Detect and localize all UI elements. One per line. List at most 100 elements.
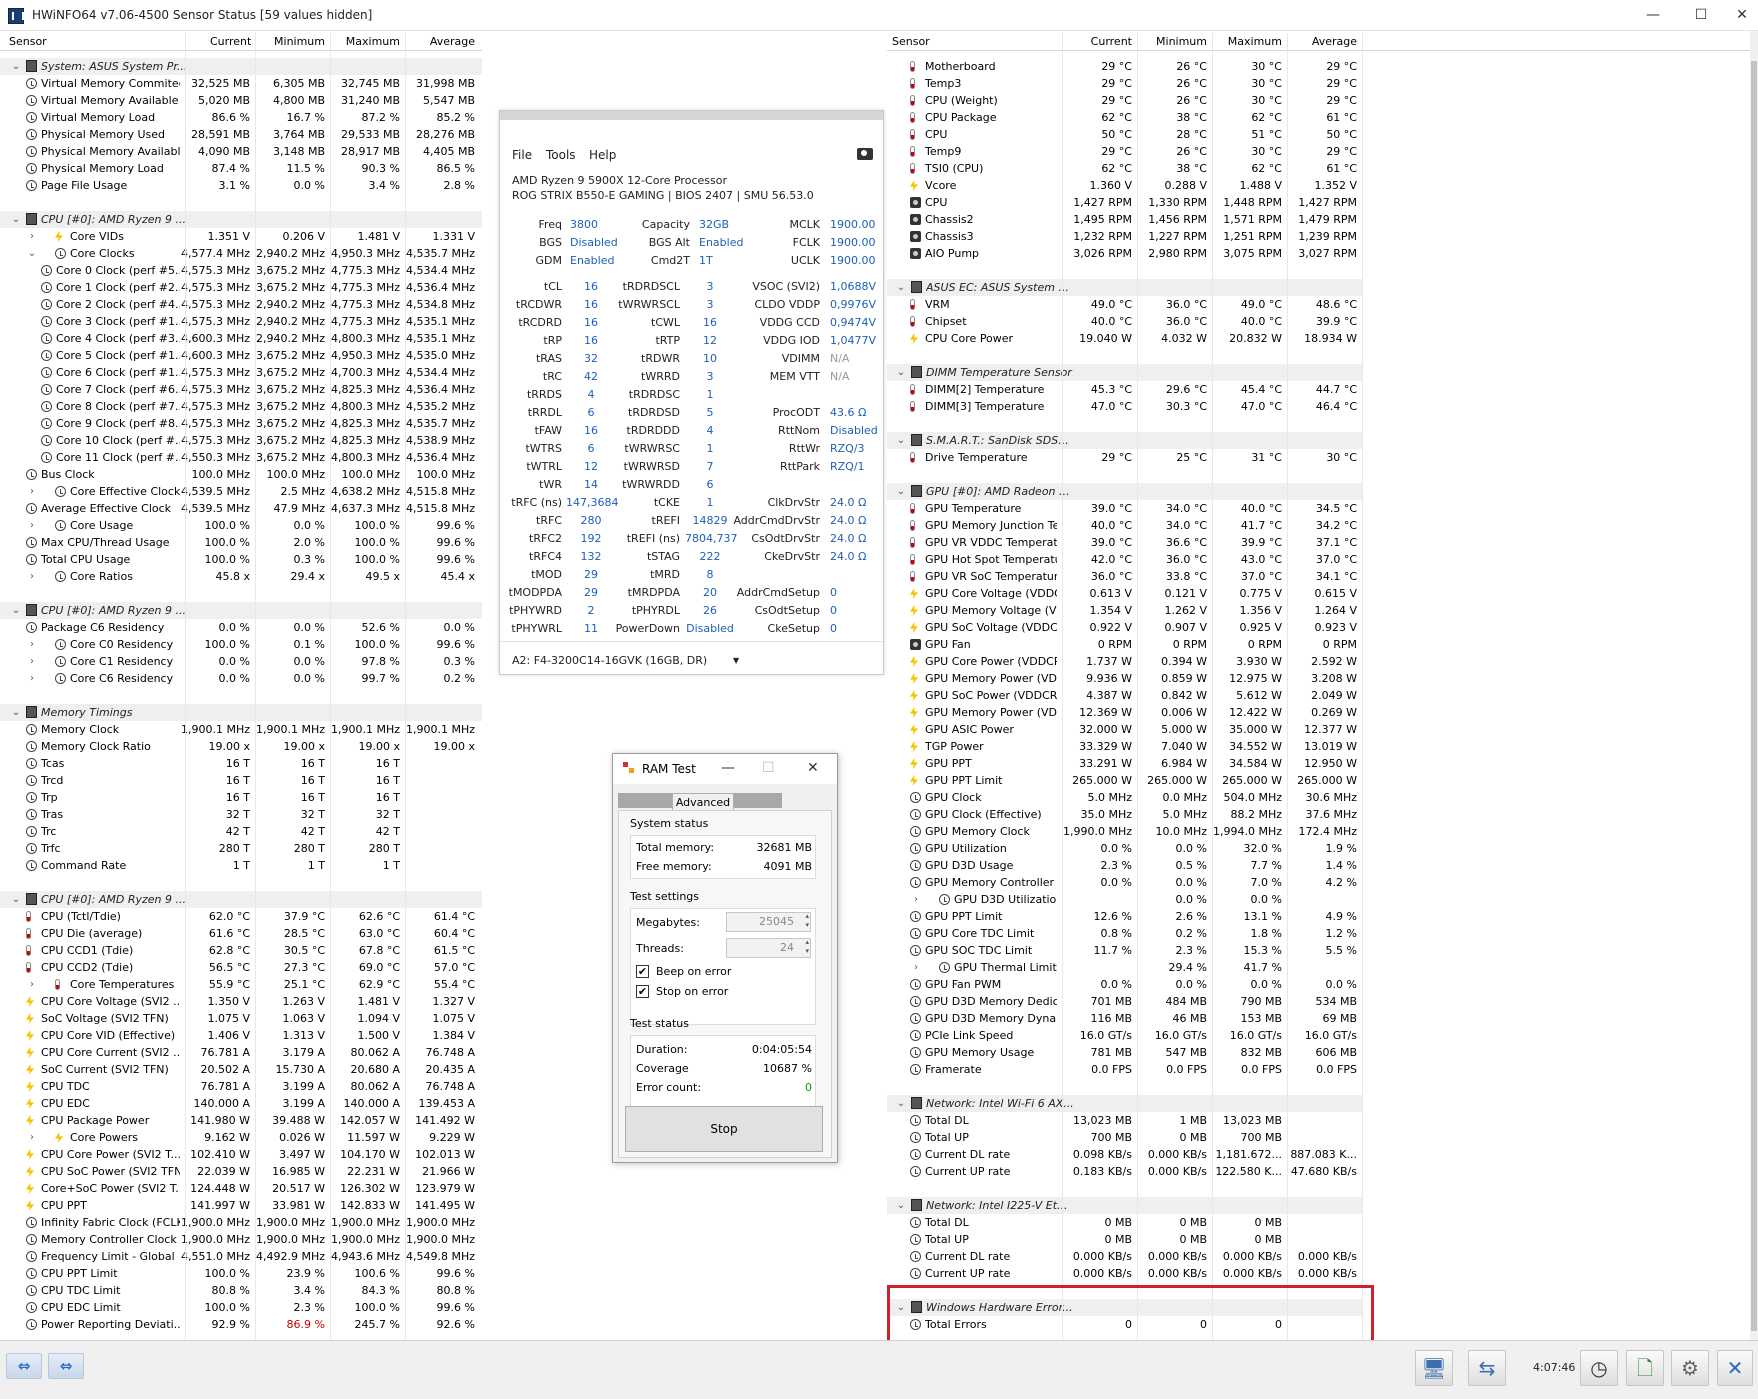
chevron-down-icon[interactable]: ⌄: [11, 891, 21, 908]
chevron-down-icon[interactable]: ⌄: [11, 211, 21, 228]
expand-collapse-icon[interactable]: ⇔: [6, 1353, 42, 1379]
chevron-down-icon[interactable]: ⌄: [11, 704, 21, 721]
sensor-row[interactable]: Core 8 Clock (perf #7... 4,575.3 MHz 3,675…: [0, 398, 482, 415]
sensor-row[interactable]: CPU EDC Limit 100.0 % 2.3 % 100.0 % 99.6 %: [0, 1299, 482, 1316]
network-monitor-icon[interactable]: 🖥: [1415, 1350, 1453, 1386]
chevron-right-icon[interactable]: ›: [27, 976, 37, 993]
sensor-row[interactable]: Power Reporting Deviati... 92.9 % 86.9 % 24…: [0, 1316, 482, 1333]
sensor-row[interactable]: GPU Core Power (VDDCR... 1.737 W 0.394 W 3.…: [887, 653, 1362, 670]
sensor-row[interactable]: › Core VIDs 1.351 V 0.206 V 1.481 V 1.331 V: [0, 228, 482, 245]
sensor-row[interactable]: Current DL rate 0.098 KB/s 0.000 KB/s 1,181…: [887, 1146, 1362, 1163]
section-header[interactable]: ⌄ Memory Timings: [0, 704, 482, 721]
sensor-row[interactable]: Total UP 0 MB 0 MB 0 MB: [887, 1231, 1362, 1248]
sensor-row[interactable]: Chassis3 1,232 RPM 1,227 RPM 1,251 RPM 1,239…: [887, 228, 1362, 245]
chevron-right-icon[interactable]: ›: [27, 568, 37, 585]
sensor-row[interactable]: Drive Temperature 29 °C 25 °C 31 °C 30 °C: [887, 449, 1362, 466]
sensor-row[interactable]: › GPU Thermal Limits 29.4 % 41.7 %: [887, 959, 1362, 976]
sensor-row[interactable]: GPU PPT Limit 12.6 % 2.6 % 13.1 % 4.9 %: [887, 908, 1362, 925]
sensor-row[interactable]: TSI0 (CPU) 62 °C 38 °C 62 °C 61 °C: [887, 160, 1362, 177]
stop-button[interactable]: Stop: [625, 1106, 823, 1152]
menu-file[interactable]: File: [512, 148, 532, 162]
sensor-row[interactable]: CPU CCD2 (Tdie) 56.5 °C 27.3 °C 69.0 °C 57.0…: [0, 959, 482, 976]
sensor-row[interactable]: Virtual Memory Available 5,020 MB 4,800 MB…: [0, 92, 482, 109]
sensor-row[interactable]: Current DL rate 0.000 KB/s 0.000 KB/s 0.000…: [887, 1248, 1362, 1265]
sensor-row[interactable]: CPU Package Power 141.980 W 39.488 W 142.05…: [0, 1112, 482, 1129]
sensor-row[interactable]: Temp3 29 °C 26 °C 30 °C 29 °C: [887, 75, 1362, 92]
tab-advanced[interactable]: Advanced: [672, 793, 734, 811]
sensor-row[interactable]: Core 10 Clock (perf #... 4,575.3 MHz 3,675…: [0, 432, 482, 449]
chevron-down-icon[interactable]: ⌄: [896, 1095, 906, 1112]
sensor-row[interactable]: Trcd 16 T 16 T 16 T: [0, 772, 482, 789]
sensor-row[interactable]: › Core Ratios 45.8 x 29.4 x 49.5 x 45.4 x: [0, 568, 482, 585]
sensor-row[interactable]: VRM 49.0 °C 36.0 °C 49.0 °C 48.6 °C: [887, 296, 1362, 313]
sensor-row[interactable]: Core 11 Clock (perf #... 4,550.3 MHz 3,675…: [0, 449, 482, 466]
col-current[interactable]: Current: [210, 33, 251, 51]
sensor-row[interactable]: Current UP rate 0.183 KB/s 0.000 KB/s 122.5…: [887, 1163, 1362, 1180]
sensor-row[interactable]: GPU Utilization 0.0 % 0.0 % 32.0 % 1.9 %: [887, 840, 1362, 857]
sensor-row[interactable]: Bus Clock 100.0 MHz 100.0 MHz 100.0 MHz 100.…: [0, 466, 482, 483]
sensor-row[interactable]: CPU 1,427 RPM 1,330 RPM 1,448 RPM 1,427 RPM: [887, 194, 1362, 211]
sensor-row[interactable]: Trfc 280 T 280 T 280 T: [0, 840, 482, 857]
sensor-row[interactable]: › Core C1 Residency 0.0 % 0.0 % 97.8 % 0.3 %: [0, 653, 482, 670]
section-header[interactable]: ⌄ CPU [#0]: AMD Ryzen 9 ...: [0, 602, 482, 619]
sensor-row[interactable]: GPU SOC TDC Limit 11.7 % 2.3 % 15.3 % 5.5 %: [887, 942, 1362, 959]
sensor-row[interactable]: Core 1 Clock (perf #2... 4,575.3 MHz 3,675…: [0, 279, 482, 296]
sensor-row[interactable]: Package C6 Residency 0.0 % 0.0 % 52.6 % 0.0 …: [0, 619, 482, 636]
right-scrollbar[interactable]: [1750, 31, 1758, 1340]
sensor-row[interactable]: › Core Usage 100.0 % 0.0 % 100.0 % 99.6 %: [0, 517, 482, 534]
sensor-row[interactable]: GPU Temperature 39.0 °C 34.0 °C 40.0 °C 34.5…: [887, 500, 1362, 517]
sensor-row[interactable]: GPU Clock (Effective) 35.0 MHz 5.0 MHz 88.2…: [887, 806, 1362, 823]
chevron-down-icon[interactable]: ⌄: [896, 364, 906, 381]
screenshot-camera-icon[interactable]: [857, 148, 873, 160]
left-sensor-panel[interactable]: Sensor Current Minimum Maximum Average ⌄…: [0, 33, 482, 1340]
chevron-right-icon[interactable]: ›: [27, 517, 37, 534]
sensor-row[interactable]: Core 9 Clock (perf #8... 4,575.3 MHz 3,675…: [0, 415, 482, 432]
chevron-down-icon[interactable]: ⌄: [27, 245, 37, 262]
sensor-row[interactable]: ⌄ Core Clocks 4,577.4 MHz 2,940.2 MHz 4,950.…: [0, 245, 482, 262]
section-header[interactable]: ⌄ Network: Intel Wi-Fi 6 AX...: [887, 1095, 1362, 1112]
sensor-row[interactable]: CPU Package 62 °C 38 °C 62 °C 61 °C: [887, 109, 1362, 126]
sensor-row[interactable]: GPU Fan PWM 0.0 % 0.0 % 0.0 % 0.0 %: [887, 976, 1362, 993]
sensor-row[interactable]: Vcore 1.360 V 0.288 V 1.488 V 1.352 V: [887, 177, 1362, 194]
chevron-right-icon[interactable]: ›: [27, 1129, 37, 1146]
chevron-right-icon[interactable]: ›: [911, 891, 921, 908]
chevron-down-icon[interactable]: ⌄: [896, 432, 906, 449]
sensor-row[interactable]: Core 2 Clock (perf #4... 4,575.3 MHz 2,940…: [0, 296, 482, 313]
sensor-row[interactable]: Physical Memory Used 28,591 MB 3,764 MB 29,…: [0, 126, 482, 143]
sensor-row[interactable]: GPU Memory Usage 781 MB 547 MB 832 MB 606 MB: [887, 1044, 1362, 1061]
right-sensor-panel[interactable]: Sensor Current Minimum Maximum Average M…: [887, 33, 1750, 1340]
close-sensors-icon[interactable]: ✕: [1717, 1350, 1753, 1386]
chevron-down-icon[interactable]: ▼: [733, 656, 739, 665]
chevron-right-icon[interactable]: ›: [911, 959, 921, 976]
section-header[interactable]: ⌄ CPU [#0]: AMD Ryzen 9 ...: [0, 891, 482, 908]
sensor-row[interactable]: Framerate 0.0 FPS 0.0 FPS 0.0 FPS 0.0 FPS: [887, 1061, 1362, 1078]
ram-minimize-button[interactable]: —: [721, 760, 735, 776]
sensor-row[interactable]: CPU 50 °C 28 °C 51 °C 50 °C: [887, 126, 1362, 143]
sensor-row[interactable]: Page File Usage 3.1 % 0.0 % 3.4 % 2.8 %: [0, 177, 482, 194]
sensor-row[interactable]: CPU EDC 140.000 A 3.199 A 140.000 A 139.453 …: [0, 1095, 482, 1112]
sensor-row[interactable]: GPU D3D Usage 2.3 % 0.5 % 7.7 % 1.4 %: [887, 857, 1362, 874]
sensor-row[interactable]: CPU PPT 141.997 W 33.981 W 142.833 W 141.495…: [0, 1197, 482, 1214]
sensor-row[interactable]: › Core C0 Residency 100.0 % 0.1 % 100.0 % 99.…: [0, 636, 482, 653]
sensor-row[interactable]: Memory Controller Clock ... 1,900.0 MHz 1,…: [0, 1231, 482, 1248]
sensor-row[interactable]: CPU (Weight) 29 °C 26 °C 30 °C 29 °C: [887, 92, 1362, 109]
sensor-row[interactable]: Core 7 Clock (perf #6... 4,575.3 MHz 3,675…: [0, 381, 482, 398]
col-average[interactable]: Average: [1302, 33, 1357, 51]
col-minimum[interactable]: Minimum: [1152, 33, 1207, 51]
sensor-row[interactable]: Total UP 700 MB 0 MB 700 MB: [887, 1129, 1362, 1146]
col-maximum[interactable]: Maximum: [345, 33, 400, 51]
chevron-right-icon[interactable]: ›: [27, 228, 37, 245]
network-connections-icon[interactable]: ⇆: [1468, 1350, 1506, 1386]
sensor-row[interactable]: GPU PPT 33.291 W 6.984 W 34.584 W 12.950 W: [887, 755, 1362, 772]
sensor-row[interactable]: Total CPU Usage 100.0 % 0.3 % 100.0 % 99.6 %: [0, 551, 482, 568]
section-header[interactable]: ⌄ S.M.A.R.T.: SanDisk SDS...: [887, 432, 1362, 449]
beep-on-error-checkbox[interactable]: ✔: [636, 965, 649, 978]
sensor-row[interactable]: Tras 32 T 32 T 32 T: [0, 806, 482, 823]
sensor-row[interactable]: GPU D3D Memory Dynamic 116 MB 46 MB 153 MB 6…: [887, 1010, 1362, 1027]
sensor-row[interactable]: CPU Core VID (Effective) 1.406 V 1.313 V 1.…: [0, 1027, 482, 1044]
sensor-row[interactable]: GPU VR VDDC Temperature 39.0 °C 36.6 °C 39.…: [887, 534, 1362, 551]
chevron-right-icon[interactable]: ›: [27, 483, 37, 500]
sensor-row[interactable]: GPU ASIC Power 32.000 W 5.000 W 35.000 W 12.…: [887, 721, 1362, 738]
chevron-right-icon[interactable]: ›: [27, 636, 37, 653]
col-minimum[interactable]: Minimum: [270, 33, 325, 51]
